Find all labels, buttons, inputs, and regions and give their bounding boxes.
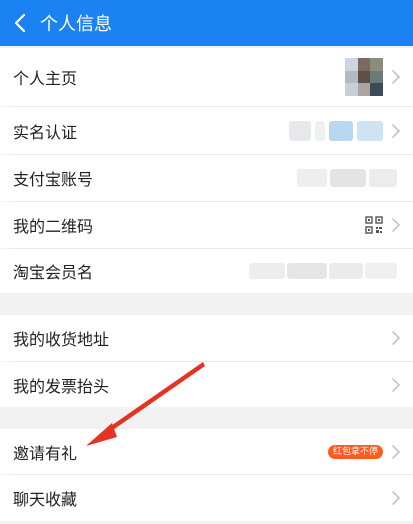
real-name-value [289,120,383,141]
taobao-name-value [249,263,397,279]
row-qrcode[interactable]: 我的二维码 [0,202,413,248]
row-invite-label: 邀请有礼 [13,443,78,463]
back-button[interactable] [0,0,40,46]
row-qrcode-label: 我的二维码 [13,217,94,236]
page-title: 个人信息 [40,14,112,35]
avatar [345,58,383,96]
title-bar: 个人信息 [0,0,413,46]
row-invoice[interactable]: 我的发票抬头 [0,362,413,407]
row-chat-label: 聊天收藏 [13,490,78,509]
row-chat[interactable]: 聊天收藏 [0,475,413,521]
row-real-name-label: 实名认证 [13,122,78,142]
chevron-right-icon [391,123,401,139]
chevron-right-icon [391,330,401,346]
chevron-right-icon [391,444,401,460]
row-profile[interactable]: 个人主页 [0,48,413,106]
chevron-right-icon [391,490,401,506]
alipay-account-value [297,169,397,187]
row-address-label: 我的收货地址 [13,330,110,349]
row-address[interactable]: 我的收货地址 [0,315,413,361]
chevron-right-icon [391,217,401,233]
chevron-right-icon [391,69,401,85]
chevron-right-icon [391,377,401,393]
row-invoice-label: 我的发票抬头 [13,376,110,396]
row-invite[interactable]: 邀请有礼 红包拿不停 [0,429,413,474]
chevron-left-icon [14,14,26,32]
row-real-name[interactable]: 实名认证 [0,107,413,154]
row-profile-label: 个人主页 [13,69,78,88]
promo-badge: 红包拿不停 [327,444,383,459]
row-alipay[interactable]: 支付宝账号 [0,155,413,201]
qr-code-icon [365,216,383,234]
row-taobao-name[interactable]: 淘宝会员名 [0,249,413,293]
row-taobao-name-label: 淘宝会员名 [13,263,94,282]
row-alipay-label: 支付宝账号 [13,170,94,189]
